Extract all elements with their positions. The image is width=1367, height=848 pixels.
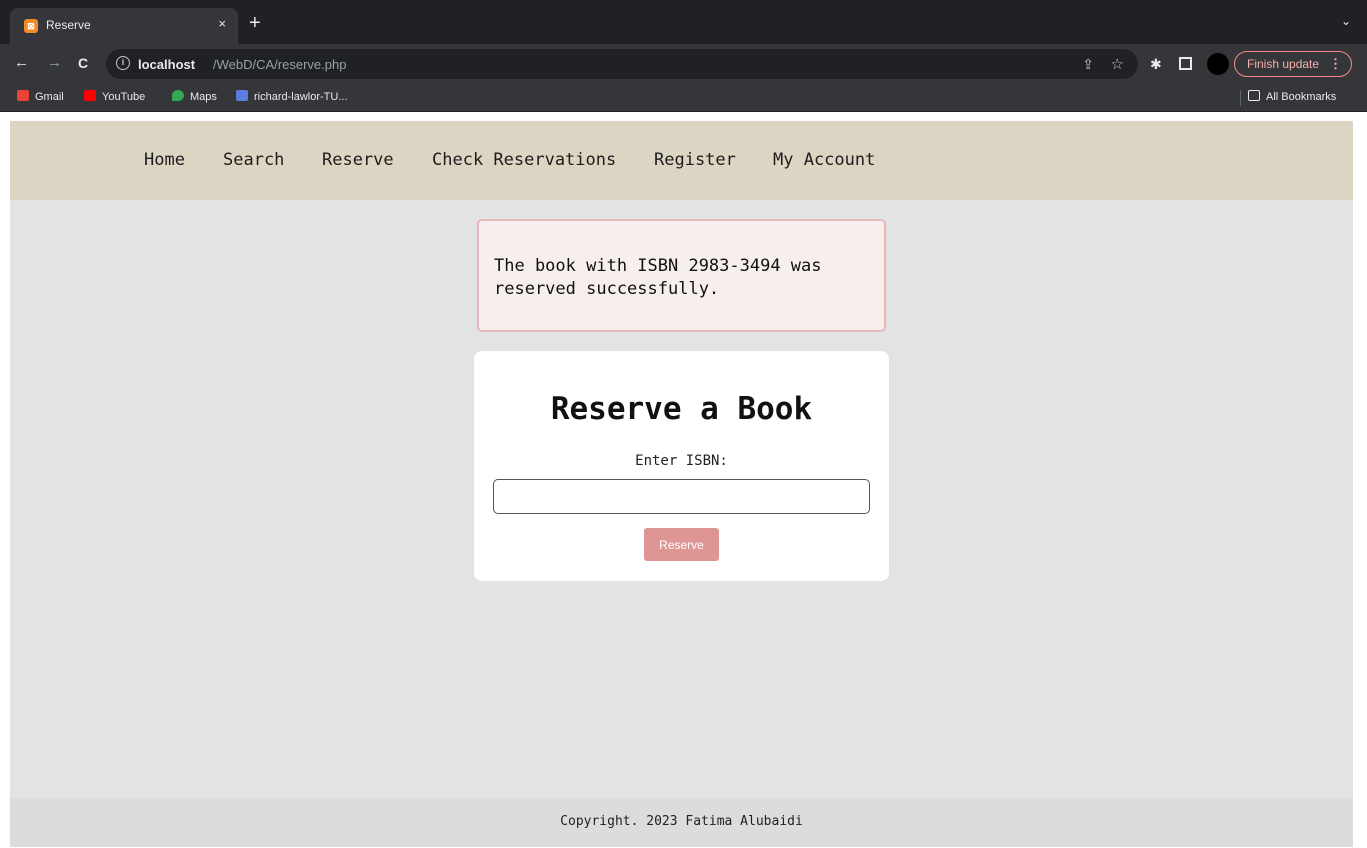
reserve-button[interactable]: Reserve: [644, 528, 719, 561]
xampp-favicon-icon: ⊠: [24, 19, 38, 33]
nav-my-account[interactable]: My Account: [773, 150, 875, 170]
site-favicon-icon: [236, 90, 248, 101]
back-icon[interactable]: ←: [14, 54, 29, 72]
tab-search-chevron-icon[interactable]: ⌄: [1341, 14, 1351, 28]
bookmark-gmail[interactable]: Gmail: [17, 90, 64, 103]
nav-reserve[interactable]: Reserve: [322, 150, 394, 170]
success-alert: The book with ISBN 2983-3494 was reserve…: [477, 219, 886, 332]
bookmarks-divider: [1240, 90, 1241, 106]
tab-title: Reserve: [46, 18, 91, 32]
browser-window: ⊠ Reserve × + ⌄ ← → C i localhost /WebD/…: [0, 0, 1367, 848]
bookmark-maps[interactable]: Maps: [172, 90, 217, 103]
youtube-icon: [84, 90, 96, 101]
extensions-puzzle-icon[interactable]: ✱: [1150, 56, 1162, 73]
isbn-input[interactable]: [493, 479, 870, 514]
site-footer: Copyright. 2023 Fatima Alubaidi: [10, 798, 1353, 847]
maps-pin-icon: [172, 90, 184, 101]
url-path: /WebD/CA/reserve.php: [213, 57, 347, 72]
nav-home[interactable]: Home: [144, 150, 185, 170]
side-panel-icon[interactable]: [1179, 57, 1192, 70]
copyright-text: Copyright. 2023 Fatima Alubaidi: [560, 814, 803, 829]
folder-icon: [1248, 90, 1260, 101]
site-navigation: Home Search Reserve Check Reservations R…: [10, 121, 1353, 200]
gmail-icon: [17, 90, 29, 101]
nav-register[interactable]: Register: [654, 150, 736, 170]
alert-message: The book with ISBN 2983-3494 was reserve…: [494, 256, 822, 299]
all-bookmarks-button[interactable]: All Bookmarks: [1248, 90, 1336, 103]
reload-icon[interactable]: C: [78, 54, 88, 72]
new-tab-icon[interactable]: +: [249, 13, 261, 33]
tab-strip: ⊠ Reserve × + ⌄: [0, 0, 1367, 44]
site-info-icon[interactable]: i: [116, 56, 130, 70]
site-body: Home Search Reserve Check Reservations R…: [10, 121, 1353, 847]
close-tab-icon[interactable]: ×: [218, 16, 226, 31]
tab-reserve[interactable]: ⊠ Reserve ×: [10, 8, 238, 44]
url-host: localhost: [138, 57, 196, 72]
bookmark-richard-lawlor[interactable]: richard-lawlor-TU...: [236, 90, 348, 103]
isbn-label: Enter ISBN:: [635, 453, 728, 469]
share-icon[interactable]: ⇪: [1082, 56, 1094, 73]
address-bar[interactable]: i localhost /WebD/CA/reserve.php ⇪ ☆: [106, 49, 1138, 79]
nav-check-reservations[interactable]: Check Reservations: [432, 150, 616, 170]
bookmark-youtube[interactable]: YouTube: [84, 90, 145, 103]
forward-icon[interactable]: →: [47, 54, 62, 72]
bookmarks-bar: Gmail YouTube Maps richard-lawlor-TU... …: [0, 84, 1367, 112]
bookmark-star-icon[interactable]: ☆: [1111, 55, 1124, 73]
more-menu-icon[interactable]: ⋮: [1329, 56, 1342, 72]
reserve-form-card: Reserve a Book Enter ISBN: Reserve: [474, 351, 889, 581]
browser-toolbar: ← → C i localhost /WebD/CA/reserve.php ⇪…: [0, 44, 1367, 84]
finish-update-button[interactable]: Finish update ⋮: [1234, 51, 1352, 77]
page-viewport: Home Search Reserve Check Reservations R…: [0, 113, 1367, 848]
form-title: Reserve a Book: [550, 391, 813, 427]
finish-update-label: Finish update: [1247, 57, 1320, 71]
nav-search[interactable]: Search: [223, 150, 284, 170]
profile-avatar[interactable]: [1207, 53, 1229, 75]
